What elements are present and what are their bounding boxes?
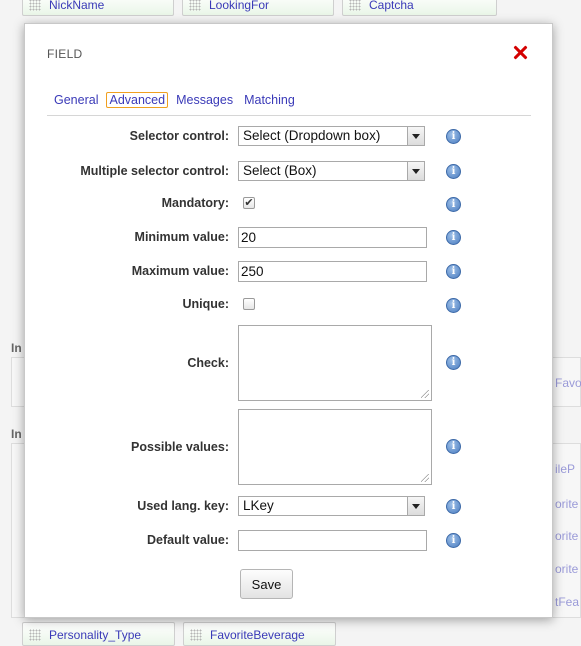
minimum-value-label: Minimum value:: [134, 230, 229, 244]
check-textarea[interactable]: [238, 325, 432, 401]
tab-advanced[interactable]: Advanced: [106, 92, 169, 108]
multiple-selector-control-select[interactable]: Select (Box): [238, 161, 425, 181]
drag-handle-icon[interactable]: [189, 0, 201, 11]
bg-field-fragment: ileP: [555, 462, 576, 476]
maximum-value-label: Maximum value:: [131, 264, 229, 278]
chevron-down-icon[interactable]: [407, 127, 424, 145]
info-icon[interactable]: [446, 164, 461, 179]
bg-field-fragment: orite: [555, 497, 579, 511]
used-lang-key-label: Used lang. key:: [137, 499, 229, 513]
tab-divider: [47, 115, 531, 116]
bg-field-favorite-beverage[interactable]: FavoriteBeverage: [183, 622, 336, 646]
drag-handle-icon[interactable]: [29, 629, 41, 641]
info-icon[interactable]: [446, 264, 461, 279]
bg-field-fragment: tFea: [555, 595, 580, 609]
field-dialog: FIELD General Advanced Messages Matching…: [24, 23, 553, 618]
mandatory-label: Mandatory:: [161, 196, 229, 210]
chevron-down-icon[interactable]: [407, 162, 424, 180]
resize-handle-icon[interactable]: [421, 390, 429, 398]
bg-field-fragment: orite: [555, 529, 579, 543]
bg-field-fragment: Favo: [555, 376, 581, 390]
info-icon[interactable]: [446, 129, 461, 144]
drag-handle-icon[interactable]: [29, 0, 41, 11]
check-label: Check:: [187, 356, 229, 370]
bg-section-label: In: [11, 427, 22, 441]
used-lang-key-select[interactable]: LKey: [238, 496, 425, 516]
info-icon[interactable]: [446, 230, 461, 245]
bg-section-label: In: [11, 341, 22, 355]
possible-values-label: Possible values:: [131, 440, 229, 454]
maximum-value-input[interactable]: 250: [238, 261, 427, 282]
minimum-value-input[interactable]: 20: [238, 227, 427, 248]
tab-matching[interactable]: Matching: [241, 92, 298, 108]
info-icon[interactable]: [446, 499, 461, 514]
default-value-input[interactable]: [238, 530, 427, 551]
info-icon[interactable]: [446, 355, 461, 370]
bg-field-fragment: orite: [555, 562, 579, 576]
tab-general[interactable]: General: [51, 92, 101, 108]
drag-handle-icon[interactable]: [349, 0, 361, 11]
info-icon[interactable]: [446, 533, 461, 548]
resize-handle-icon[interactable]: [421, 474, 429, 482]
bg-field-lookingfor[interactable]: LookingFor: [182, 0, 334, 16]
info-icon[interactable]: [446, 298, 461, 313]
drag-handle-icon[interactable]: [190, 629, 202, 641]
bg-field-captcha[interactable]: Captcha: [342, 0, 497, 16]
multiple-selector-control-label: Multiple selector control:: [80, 164, 229, 178]
save-button[interactable]: Save: [240, 569, 293, 599]
mandatory-checkbox[interactable]: ✔: [243, 197, 255, 209]
dialog-tabs: General Advanced Messages Matching: [51, 92, 303, 108]
default-value-label: Default value:: [147, 533, 229, 547]
info-icon[interactable]: [446, 197, 461, 212]
unique-label: Unique:: [182, 297, 229, 311]
close-icon[interactable]: [510, 43, 530, 63]
selector-control-label: Selector control:: [129, 129, 229, 143]
bg-field-nickname[interactable]: NickName: [22, 0, 174, 16]
info-icon[interactable]: [446, 439, 461, 454]
tab-messages[interactable]: Messages: [173, 92, 236, 108]
dialog-title: FIELD: [47, 47, 83, 61]
possible-values-textarea[interactable]: [238, 409, 432, 485]
chevron-down-icon[interactable]: [407, 497, 424, 515]
bg-field-personality-type[interactable]: Personality_Type: [22, 622, 175, 646]
selector-control-select[interactable]: Select (Dropdown box): [238, 126, 425, 146]
unique-checkbox[interactable]: [243, 298, 255, 310]
